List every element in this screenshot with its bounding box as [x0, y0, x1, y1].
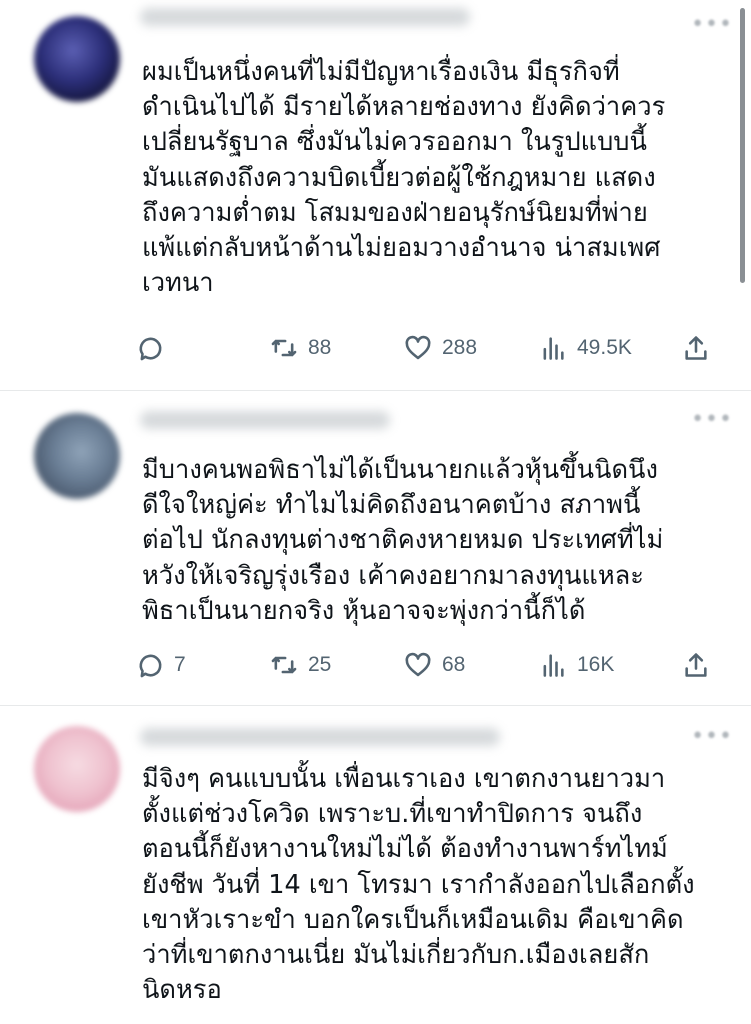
more-options-icon[interactable]: •••	[691, 407, 733, 432]
retweet-icon	[271, 339, 297, 357]
heart-icon	[405, 652, 431, 677]
retweet-count: 88	[308, 336, 332, 359]
scrollbar[interactable]	[740, 8, 745, 283]
views-count: 49.5K	[577, 336, 632, 359]
author-name[interactable]	[140, 8, 470, 26]
views-icon	[543, 337, 564, 360]
tweet[interactable]: ••• มีจิงๆ คนแบบนั้น เพื่อนเราเอง เขาตกง…	[0, 706, 751, 1024]
retweet-button[interactable]: 25	[270, 647, 331, 683]
reply-icon	[139, 654, 162, 678]
avatar[interactable]	[34, 413, 120, 499]
like-button[interactable]: 288	[404, 330, 477, 366]
views-button[interactable]: 49.5K	[539, 330, 632, 366]
more-options-icon[interactable]: •••	[691, 724, 733, 749]
tweet[interactable]: ••• มีบางคนพอพิธาไม่ได้เป็นนายกแล้วหุ้นข…	[0, 391, 751, 705]
views-icon	[543, 654, 564, 677]
reply-feed: ••• ผมเป็นหนึ่งคนที่ไม่มีปัญหาเรื่องเงิน…	[0, 0, 751, 1024]
views-count: 16K	[577, 653, 615, 676]
tweet-text: มีบางคนพอพิธาไม่ได้เป็นนายกแล้วหุ้นขึ้นน…	[142, 455, 664, 626]
share-icon	[685, 336, 707, 360]
retweet-count: 25	[308, 653, 332, 676]
tweet-actions: 7 25 68 16K	[136, 647, 726, 683]
tweet-actions: 88 288 49.5K	[136, 330, 726, 366]
reply-button[interactable]	[136, 330, 174, 366]
avatar[interactable]	[34, 16, 120, 102]
like-button[interactable]: 68	[404, 647, 465, 683]
avatar[interactable]	[34, 726, 120, 812]
tweet-text: ผมเป็นหนึ่งคนที่ไม่มีปัญหาเรื่องเงิน มีธ…	[142, 57, 666, 299]
retweet-button[interactable]: 88	[270, 330, 331, 366]
like-count: 288	[442, 336, 478, 359]
share-button[interactable]	[682, 647, 710, 683]
share-button[interactable]	[682, 330, 710, 366]
author-name[interactable]	[140, 728, 500, 746]
retweet-icon	[271, 656, 297, 674]
heart-icon	[405, 335, 431, 360]
reply-button[interactable]: 7	[136, 647, 186, 683]
like-count: 68	[442, 653, 466, 676]
reply-count: 7	[174, 653, 186, 676]
share-icon	[685, 653, 707, 677]
views-button[interactable]: 16K	[539, 647, 614, 683]
tweet[interactable]: ••• ผมเป็นหนึ่งคนที่ไม่มีปัญหาเรื่องเงิน…	[0, 0, 751, 390]
author-name[interactable]	[140, 411, 390, 429]
reply-icon	[139, 337, 162, 361]
tweet-text: มีจิงๆ คนแบบนั้น เพื่อนเราเอง เขาตกงานยา…	[142, 764, 695, 1006]
more-options-icon[interactable]: •••	[691, 12, 733, 37]
